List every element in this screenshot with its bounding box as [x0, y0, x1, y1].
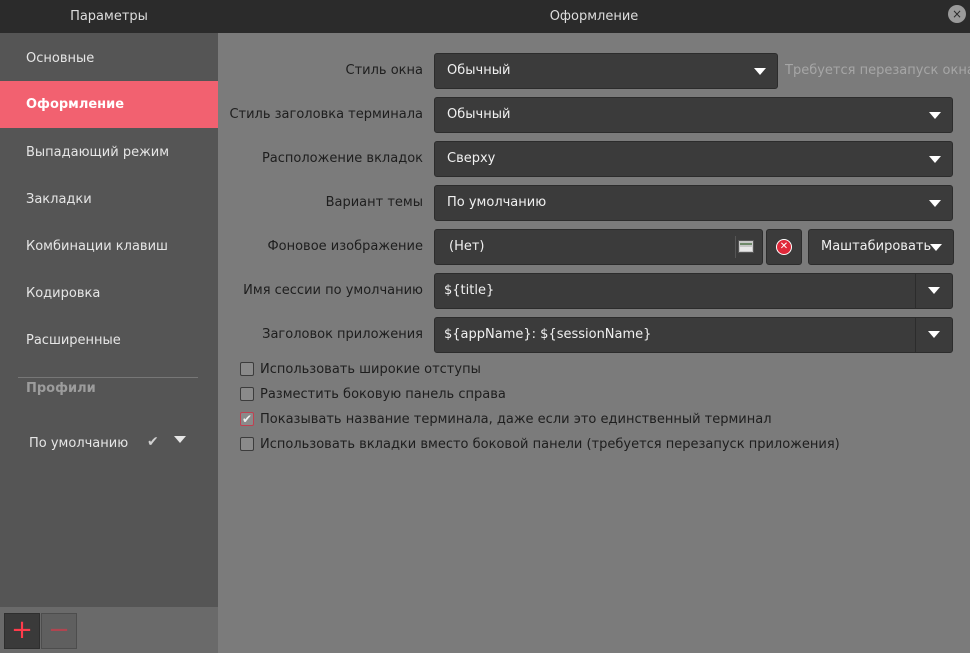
terminal-title-style-value: Обычный	[447, 107, 511, 122]
page-title: Оформление	[549, 9, 639, 24]
profiles-header: Профили	[26, 381, 96, 396]
clear-icon: ✕	[776, 239, 792, 255]
check-icon: ✔	[147, 434, 159, 450]
profile-toolbar: + −	[0, 607, 218, 653]
chevron-down-icon	[754, 68, 766, 75]
theme-variant-combo[interactable]: По умолчанию	[434, 185, 953, 221]
tab-position-combo[interactable]: Сверху	[434, 141, 953, 177]
app-title-label: Заголовок приложения	[262, 327, 423, 342]
sidebar-separator	[18, 377, 198, 378]
default-session-name-value: ${title}	[444, 283, 495, 298]
checkbox-label: Использовать вкладки вместо боковой пане…	[260, 437, 840, 452]
default-session-name-label: Имя сессии по умолчанию	[243, 283, 423, 298]
chevron-down-icon	[928, 331, 940, 338]
chevron-down-icon	[930, 244, 942, 251]
close-icon[interactable]: ×	[948, 5, 966, 23]
checkbox-box[interactable]	[240, 409, 254, 429]
restart-hint: Требуется перезапуск окна	[785, 63, 970, 78]
app-title-input[interactable]: ${appName}: ${sessionName}	[434, 317, 953, 353]
window-style-value: Обычный	[447, 63, 511, 78]
background-image-value: (Нет)	[449, 239, 485, 254]
default-session-name-input[interactable]: ${title}	[434, 273, 953, 309]
chevron-down-icon	[929, 112, 941, 119]
clear-background-button[interactable]: ✕	[766, 229, 802, 265]
app-title-dropdown-button[interactable]	[915, 318, 952, 352]
chevron-down-icon	[929, 156, 941, 163]
title-bar: Параметры Оформление ×	[0, 0, 970, 33]
checkbox-box[interactable]	[240, 437, 254, 451]
app-title-value: ${appName}: ${sessionName}	[444, 327, 652, 342]
tab-position-value: Сверху	[447, 151, 496, 166]
chevron-down-icon	[928, 287, 940, 294]
checkbox-label: Разместить боковую панель справа	[260, 387, 506, 402]
folder-icon[interactable]	[738, 240, 754, 253]
window-style-combo[interactable]: Обычный	[434, 53, 778, 89]
chevron-down-icon[interactable]	[174, 436, 186, 443]
chooser-divider	[735, 236, 736, 258]
checkbox-label: Использовать широкие отступы	[260, 362, 481, 377]
sidebar-title: Параметры	[70, 9, 148, 24]
theme-variant-value: По умолчанию	[447, 195, 547, 210]
checkbox-label: Показывать название терминала, даже если…	[260, 412, 772, 427]
plus-icon: +	[11, 615, 33, 645]
profile-name: По умолчанию	[29, 436, 129, 451]
add-profile-button[interactable]: +	[4, 613, 40, 649]
remove-profile-button[interactable]: −	[41, 613, 77, 649]
terminal-title-style-label: Стиль заголовка терминала	[229, 107, 423, 122]
background-scale-value: Маштабировать	[821, 239, 932, 254]
background-scale-combo[interactable]: Маштабировать	[808, 229, 954, 265]
window-style-label: Стиль окна	[345, 63, 423, 78]
background-image-label: Фоновое изображение	[267, 239, 423, 254]
chevron-down-icon	[929, 200, 941, 207]
checkbox-box[interactable]	[240, 362, 254, 376]
session-name-dropdown-button[interactable]	[915, 274, 952, 308]
checkbox-box[interactable]	[240, 387, 254, 401]
terminal-title-style-combo[interactable]: Обычный	[434, 97, 953, 133]
profile-item-default[interactable]: По умолчанию ✔	[0, 425, 218, 465]
background-image-chooser[interactable]: (Нет)	[434, 229, 763, 265]
tab-position-label: Расположение вкладок	[261, 151, 423, 166]
minus-icon: −	[48, 615, 70, 645]
theme-variant-label: Вариант темы	[325, 195, 423, 210]
